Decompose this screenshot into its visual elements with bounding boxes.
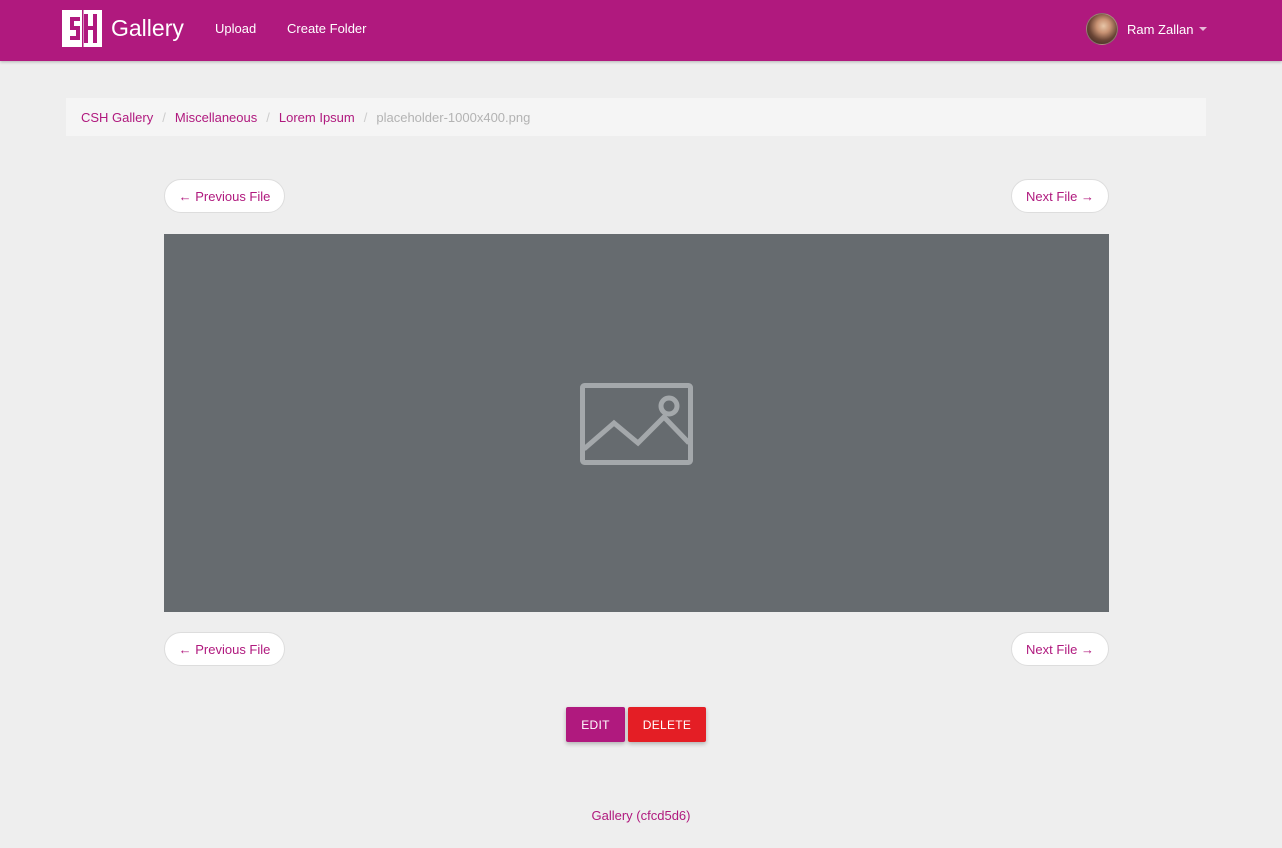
breadcrumb-item-csh-gallery[interactable]: CSH Gallery <box>81 110 153 125</box>
edit-button[interactable]: EDIT <box>566 707 625 742</box>
avatar <box>1086 13 1118 45</box>
delete-button[interactable]: DELETE <box>628 707 706 742</box>
footer-version-link[interactable]: Gallery (cfcd5d6) <box>592 808 691 823</box>
breadcrumb-item-miscellaneous[interactable]: Miscellaneous <box>175 110 257 125</box>
brand-name[interactable]: Gallery <box>111 14 184 42</box>
caret-down-icon <box>1199 27 1208 31</box>
breadcrumb-separator: / <box>162 109 166 125</box>
breadcrumb-separator: / <box>363 109 368 125</box>
breadcrumb-separator: / <box>266 109 270 125</box>
csh-logo-icon[interactable] <box>62 10 102 47</box>
nav-create-folder-link[interactable]: Create Folder <box>287 21 366 37</box>
breadcrumb: CSH Gallery / Miscellaneous / Lorem Ipsu… <box>66 98 1206 136</box>
footer: Gallery (cfcd5d6) <box>0 808 1282 823</box>
next-file-button-top[interactable]: Next File → <box>1011 179 1109 213</box>
previous-file-button-bottom[interactable]: ← Previous File <box>164 632 285 666</box>
user-name: Ram Zallan <box>1127 21 1194 37</box>
image-placeholder-icon <box>580 383 693 465</box>
previous-file-button-top[interactable]: ← Previous File <box>164 179 285 213</box>
top-navbar: Gallery Upload Create Folder Ram Zallan <box>0 0 1282 61</box>
user-menu[interactable]: Ram Zallan <box>1086 13 1208 45</box>
nav-upload-link[interactable]: Upload <box>215 21 256 37</box>
next-file-button-bottom[interactable]: Next File → <box>1011 632 1109 666</box>
breadcrumb-item-lorem-ipsum[interactable]: Lorem Ipsum <box>279 110 355 125</box>
image-preview <box>164 234 1109 612</box>
breadcrumb-current-file: placeholder-1000x400.png <box>376 109 531 125</box>
